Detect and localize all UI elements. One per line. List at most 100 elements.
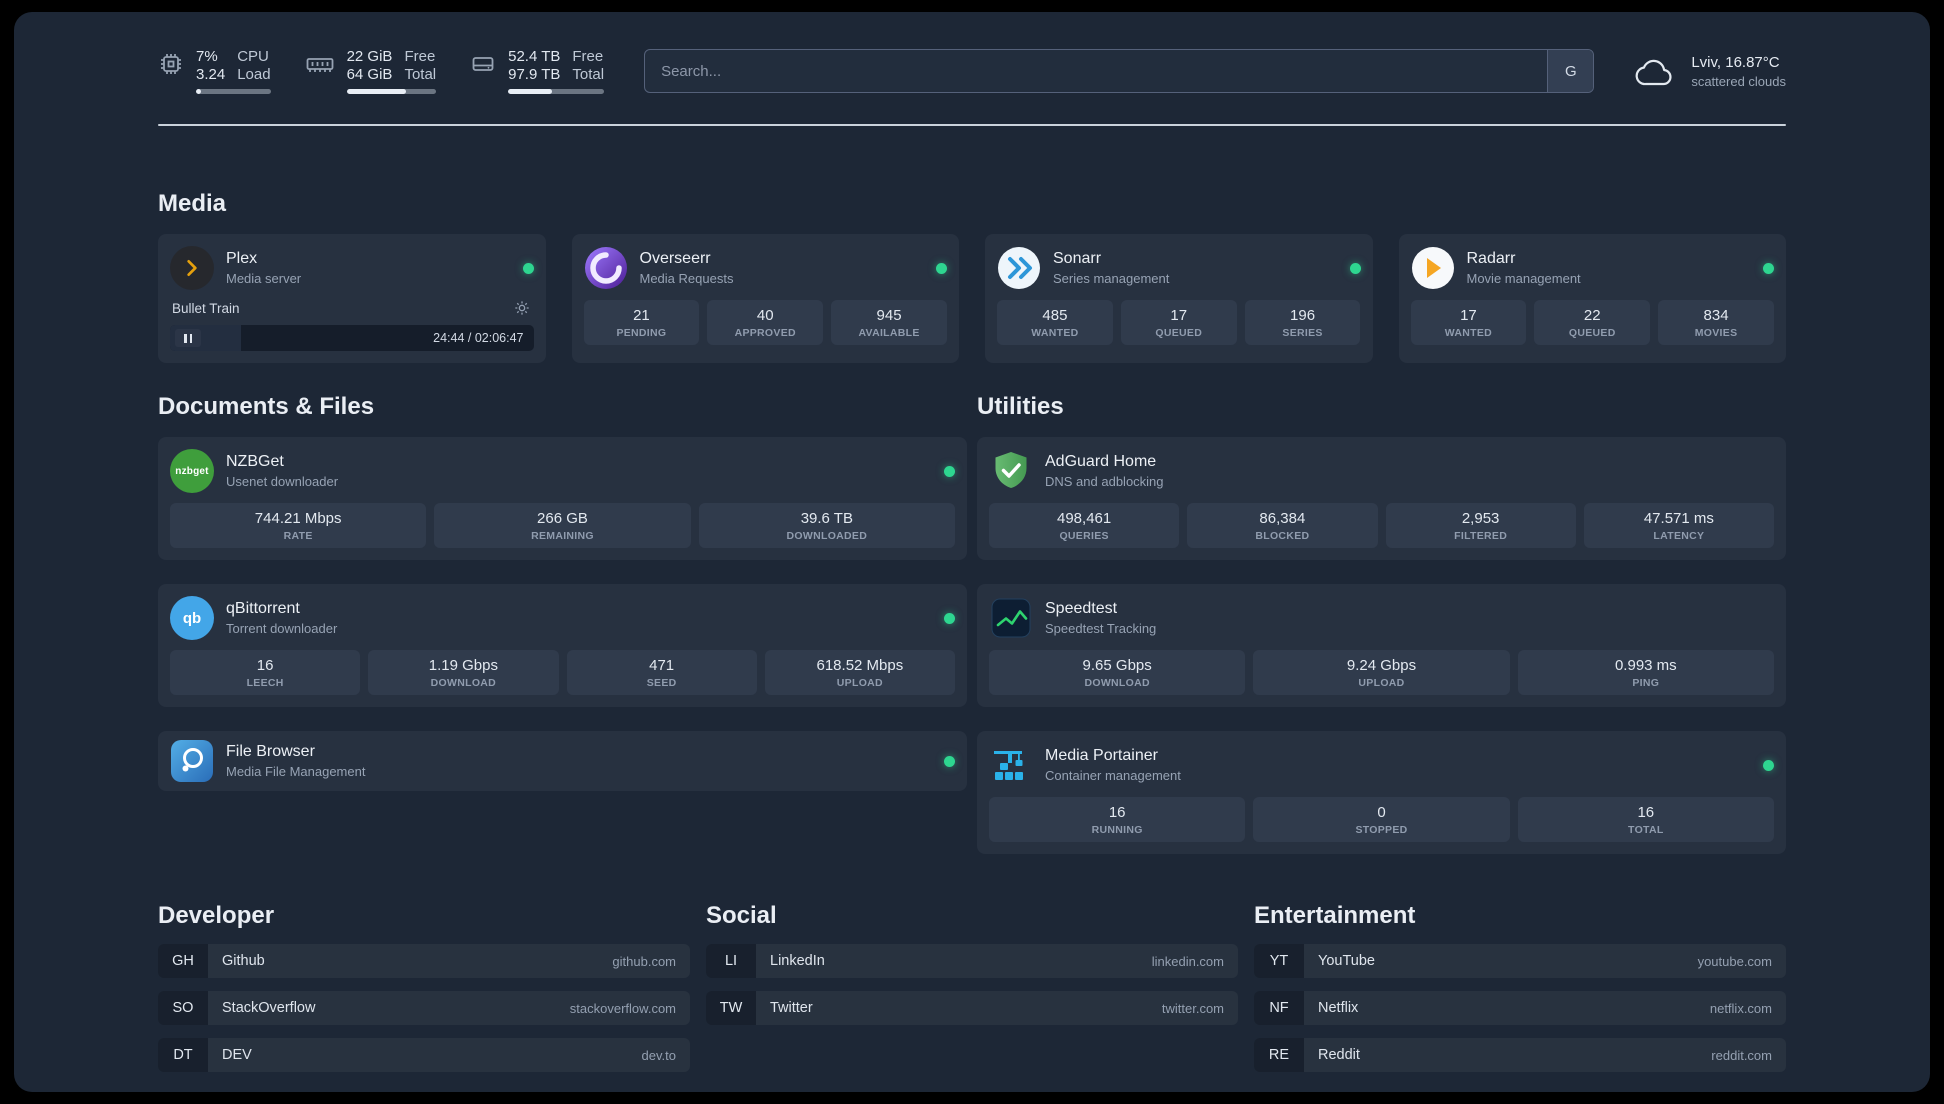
bookmark-abbr: DT (158, 1038, 208, 1072)
service-link-nzbget[interactable]: nzbget NZBGet Usenet downloader (170, 449, 955, 493)
section-title-documents: Documents & Files (158, 393, 375, 420)
stat-tile: 266 GB REMAINING (434, 503, 691, 548)
service-meta: Overseerr Media Requests (640, 250, 734, 286)
service-link-plex[interactable]: Plex Media server (170, 246, 534, 290)
service-meta: File Browser Media File Management (226, 743, 365, 779)
stat-tile: 39.6 TB DOWNLOADED (698, 503, 955, 548)
service-subtitle: Torrent downloader (226, 621, 338, 636)
stats-row: 9.65 Gbps DOWNLOAD 9.24 Gbps UPLOAD 0.993 … (989, 650, 1774, 695)
disk-free-label: Free (572, 48, 604, 65)
stat-value: 2,953 (1461, 510, 1500, 527)
stat-label: LEECH (246, 677, 284, 689)
stat-tile: 1.19 Gbps DOWNLOAD (368, 650, 559, 695)
playback-time: 24:44 / 02:06:47 (433, 331, 524, 345)
bookmark-body: Github github.com (208, 944, 690, 978)
status-dot (1349, 262, 1361, 274)
stat-label: UPLOAD (836, 677, 883, 689)
section-title-developer: Developer (158, 902, 275, 929)
bookmark-abbr: LI (706, 944, 756, 978)
service-link-portainer[interactable]: Media Portainer Container management (989, 743, 1774, 787)
memory-icon (305, 51, 335, 77)
stat-tile: 471 SEED (566, 650, 757, 695)
service-link-overseerr[interactable]: Overseerr Media Requests (584, 246, 947, 290)
plex-icon (170, 246, 214, 290)
stat-value: 16 (1108, 804, 1126, 821)
service-link-radarr[interactable]: Radarr Movie management (1411, 246, 1774, 290)
disk-values: 52.4 TB 97.9 TB Free Total (508, 48, 604, 84)
bookmark-domain: dev.to (641, 1047, 676, 1063)
bookmark-youtube[interactable]: YT YouTube youtube.com (1254, 944, 1786, 978)
memory-label-column: Free Total (404, 48, 436, 84)
stat-label: DOWNLOAD (430, 677, 497, 689)
bookmark-abbr: GH (158, 944, 208, 978)
service-name: Overseerr (639, 250, 711, 267)
track-title: Bullet Train (172, 300, 240, 316)
bookmark-name: StackOverflow (222, 1000, 316, 1016)
memory-usage-bar (346, 89, 437, 94)
service-meta: Media Portainer Container management (1045, 747, 1181, 783)
bookmark-twitter[interactable]: TW Twitter twitter.com (706, 991, 1238, 1025)
bookmark-dev[interactable]: DT DEV dev.to (158, 1038, 690, 1072)
stat-value: 16 (256, 657, 274, 674)
stat-tile: 16 RUNNING (989, 797, 1246, 842)
playback-progress-bar[interactable]: 24:44 / 02:06:47 (170, 325, 534, 351)
stat-value: 17 (1170, 307, 1188, 324)
stat-label: FILTERED (1454, 530, 1508, 542)
bookmark-stackoverflow[interactable]: SO StackOverflow stackoverflow.com (158, 991, 690, 1025)
service-card-adguard: AdGuard Home DNS and adblocking 498,461 Q… (977, 437, 1786, 560)
sonarr-icon (997, 246, 1041, 290)
section-title-utilities: Utilities (977, 393, 1064, 420)
service-link-speedtest[interactable]: Speedtest Speedtest Tracking (989, 596, 1774, 640)
service-link-filebrowser[interactable]: File Browser Media File Management (170, 739, 955, 783)
bookmark-abbr: SO (158, 991, 208, 1025)
plex-track-row: Bullet Train (170, 298, 534, 318)
service-link-qbittorrent[interactable]: qb qBittorrent Torrent downloader (170, 596, 955, 640)
bookmark-github[interactable]: GH Github github.com (158, 944, 690, 978)
stat-tile: 22 QUEUED (1534, 300, 1651, 345)
cpu-value-column: 7% 3.24 (196, 48, 225, 84)
service-name: File Browser (226, 743, 315, 760)
stats-row: 16 LEECH 1.19 Gbps DOWNLOAD 471 SEED 618.52… (170, 650, 955, 695)
stat-label: WANTED (1031, 327, 1079, 339)
stat-value: 485 (1042, 307, 1068, 324)
stat-label: QUEUED (1155, 327, 1203, 339)
service-link-sonarr[interactable]: Sonarr Series management (997, 246, 1361, 290)
bookmark-name: LinkedIn (770, 953, 825, 969)
service-name: Radarr (1466, 250, 1516, 267)
plex-now-playing-widget: Bullet Train 24:44 / 02:06:47 (170, 298, 534, 351)
service-card-overseerr: Overseerr Media Requests 21 PENDING 40 APP… (571, 234, 959, 363)
service-card-nzbget: nzbget NZBGet Usenet downloader 744.21 M… (158, 437, 967, 560)
stat-tile: 744.21 Mbps RATE (170, 503, 427, 548)
stat-tile: 86,384 BLOCKED (1187, 503, 1378, 548)
status-dot (1763, 262, 1774, 274)
service-card-filebrowser: File Browser Media File Management (158, 731, 967, 791)
pause-button[interactable] (175, 329, 201, 347)
cpu-stats: 7% 3.24 CPU Load (196, 48, 271, 94)
bookmark-domain: linkedin.com (1151, 953, 1224, 969)
service-link-adguard[interactable]: AdGuard Home DNS and adblocking (989, 449, 1774, 493)
cpu-values: 7% 3.24 CPU Load (196, 48, 271, 84)
bookmark-name: Netflix (1318, 1000, 1359, 1016)
service-card-speedtest: Speedtest Speedtest Tracking 9.65 Gbps DO… (977, 584, 1786, 707)
bookmark-netflix[interactable]: NF Netflix netflix.com (1254, 991, 1786, 1025)
documents-column: Documents & Files nzbget NZBGet Usenet d… (158, 393, 967, 791)
service-meta: Plex Media server (226, 250, 301, 286)
stat-tile: 498,461 QUERIES (989, 503, 1180, 548)
service-meta: AdGuard Home DNS and adblocking (1045, 453, 1164, 489)
search-input[interactable] (645, 50, 1548, 92)
search-provider-button[interactable]: G (1547, 50, 1594, 92)
utilities-column: Utilities AdGuard Home DNS and adblockin… (977, 393, 1786, 854)
bookmark-reddit[interactable]: RE Reddit reddit.com (1254, 1038, 1786, 1072)
bookmark-linkedin[interactable]: LI LinkedIn linkedin.com (706, 944, 1238, 978)
stat-value: 47.571 ms (1643, 510, 1714, 527)
stat-value: 471 (649, 657, 675, 674)
cpu-usage-bar (196, 89, 271, 94)
service-subtitle: Media File Management (226, 764, 366, 779)
service-name: Speedtest (1045, 600, 1118, 617)
dashboard-panel: 7% 3.24 CPU Load 22 GiB 64 GiB Free Tota… (14, 12, 1930, 1092)
bookmark-abbr: YT (1254, 944, 1304, 978)
speedtest-icon (989, 596, 1033, 640)
cloud-icon (1634, 57, 1678, 89)
stat-label: MOVIES (1694, 327, 1738, 339)
gear-icon[interactable] (512, 298, 532, 318)
